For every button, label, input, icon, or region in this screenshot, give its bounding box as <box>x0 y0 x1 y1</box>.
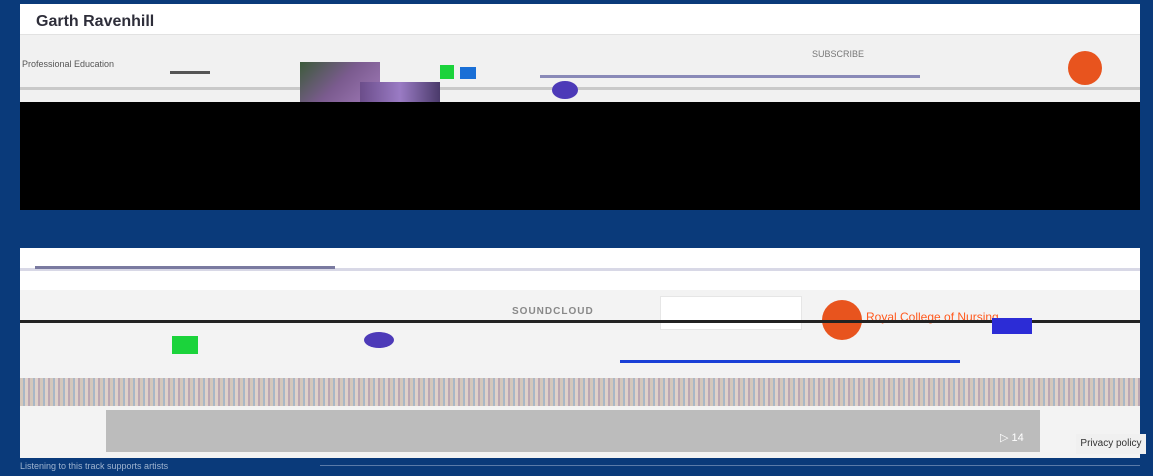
soundcloud-play-icon[interactable] <box>1068 51 1102 85</box>
footer-caption: Listening to this track supports artists <box>20 461 169 471</box>
green-block-icon <box>172 336 198 354</box>
waveform-progress[interactable] <box>620 360 960 363</box>
avatar <box>364 332 394 348</box>
waveform[interactable] <box>20 378 1140 406</box>
header-row <box>20 248 1140 290</box>
next-icon[interactable] <box>992 318 1032 334</box>
video-thumbnail-strip <box>360 82 440 102</box>
privacy-policy-link[interactable]: Privacy policy <box>1076 434 1146 454</box>
divider <box>20 87 1140 90</box>
channel-label: Professional Education <box>22 59 115 69</box>
video-title-strip <box>540 75 920 78</box>
divider <box>170 71 210 74</box>
video-frame[interactable] <box>20 102 1140 210</box>
green-block-icon <box>440 65 454 79</box>
soundcloud-logo[interactable]: SOUNDCLOUD <box>512 306 594 317</box>
author-name: Garth Ravenhill <box>36 13 155 30</box>
avatar <box>552 81 578 99</box>
embed-card-bottom: SOUNDCLOUD Royal College of Nursing ▷ 14 <box>20 248 1140 458</box>
duration-label: ▷ 14 <box>1000 432 1024 444</box>
subscribe-label[interactable]: SUBSCRIBE <box>812 49 864 59</box>
title-strip <box>35 266 335 269</box>
divider <box>20 320 1140 323</box>
embed-card-top: Garth Ravenhill Professional Education S… <box>20 4 1140 210</box>
video-player-header[interactable]: Professional Education SUBSCRIBE <box>20 34 1140 103</box>
progress-bar[interactable] <box>106 410 1040 452</box>
artwork-box <box>660 296 802 330</box>
divider <box>320 465 1140 466</box>
blue-block-icon <box>460 67 476 79</box>
